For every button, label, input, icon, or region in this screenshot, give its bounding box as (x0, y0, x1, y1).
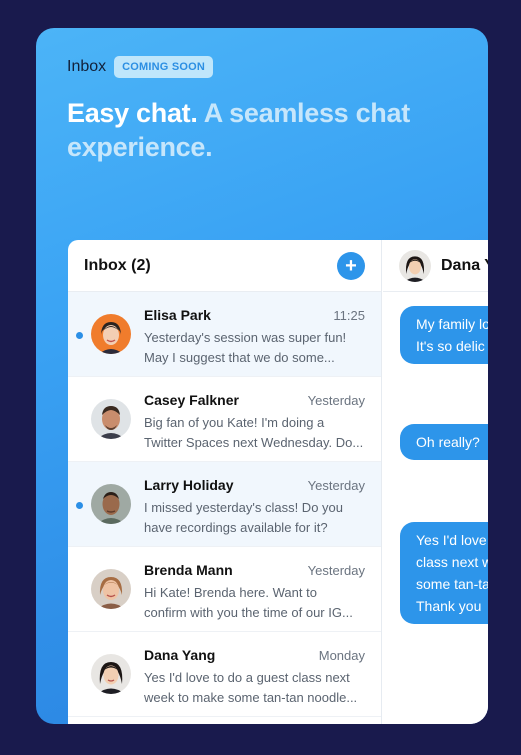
contact-name: Elisa Park (144, 307, 211, 323)
bubble-line: Thank you (416, 598, 482, 614)
contact-name: Dana Yang (144, 647, 216, 663)
preview-line: Yesterday's session was super fun! (144, 330, 347, 345)
contact-name: Larry Holiday (144, 477, 234, 493)
chat-preview-panel: Inbox (2) + Elisa Park 11:25 Yesterday's… (68, 240, 488, 724)
avatar (91, 314, 131, 354)
preview-line: week to make some tan-tan noodle... (144, 690, 358, 705)
conversation-row[interactable]: Larry Holiday Yesterday I missed yesterd… (68, 462, 381, 547)
bubble-line: Yes I'd love (416, 532, 487, 548)
bubble-line: Oh really? (416, 434, 480, 450)
contact-name: Casey Falkner (144, 392, 239, 408)
avatar (91, 569, 131, 609)
message-time: Monday (318, 648, 365, 663)
message-bubble: Oh really? (400, 424, 488, 460)
avatar (399, 249, 431, 282)
preview-line: have recordings available for it? (144, 520, 328, 535)
contact-name: Brenda Mann (144, 562, 233, 578)
conversation-row[interactable]: Brenda Mann Yesterday Hi Kate! Brenda he… (68, 547, 381, 632)
message-preview: Hi Kate! Brenda here. Want to confirm wi… (144, 583, 370, 623)
preview-line: Big fan of you Kate! I'm doing a (144, 415, 325, 430)
unread-dot (76, 332, 83, 339)
preview-line: Hi Kate! Brenda here. Want to (144, 585, 317, 600)
message-preview: Yes I'd love to do a guest class next we… (144, 668, 370, 708)
preview-line: I missed yesterday's class! Do you (144, 500, 343, 515)
inbox-list: Inbox (2) + Elisa Park 11:25 Yesterday's… (68, 240, 382, 724)
avatar (91, 654, 131, 694)
conversation-row[interactable]: Elisa Park 11:25 Yesterday's session was… (68, 292, 381, 377)
headline: Easy chat. A seamless chat experience. (67, 96, 467, 164)
chat-contact-name: Dana Yang (441, 256, 488, 274)
inbox-title: Inbox (2) (84, 256, 151, 274)
headline-primary: Easy chat. (67, 98, 198, 128)
preview-line: confirm with you the time of our IG... (144, 605, 353, 620)
message-bubble: My family lo It's so delic (400, 306, 488, 364)
message-time: Yesterday (307, 393, 365, 408)
message-time: Yesterday (307, 478, 365, 493)
coming-soon-badge: COMING SOON (114, 56, 214, 78)
inbox-header: Inbox (2) + (68, 240, 381, 292)
message-bubble: Yes I'd love class next w some tan-ta Th… (400, 522, 488, 624)
avatar (91, 399, 131, 439)
card-title: Inbox (67, 58, 107, 75)
preview-line: Twitter Spaces next Wednesday. Do... (144, 435, 364, 450)
conversation-row[interactable]: Casey Falkner Yesterday Big fan of you K… (68, 377, 381, 462)
unread-dot (76, 502, 83, 509)
message-preview: Yesterday's session was super fun! May I… (144, 328, 370, 368)
plus-icon[interactable]: + (337, 251, 365, 280)
bubble-line: My family lo (416, 316, 488, 332)
message-time: 11:25 (333, 308, 365, 323)
chat-pane: Dana Yang My family lo It's so delic Oh … (383, 240, 488, 724)
bubble-line: class next w (416, 554, 488, 570)
preview-line: Yes I'd love to do a guest class next (144, 670, 350, 685)
card-header: Inbox COMING SOON (67, 56, 214, 78)
message-preview: Big fan of you Kate! I'm doing a Twitter… (144, 413, 370, 453)
chat-header: Dana Yang (383, 240, 488, 292)
message-preview: I missed yesterday's class! Do you have … (144, 498, 370, 538)
bubble-line: some tan-ta (416, 576, 488, 592)
conversation-row[interactable]: Dana Yang Monday Yes I'd love to do a gu… (68, 632, 381, 717)
avatar (91, 484, 131, 524)
preview-line: May I suggest that we do some... (144, 350, 335, 365)
promo-card: Inbox COMING SOON Easy chat. A seamless … (36, 28, 488, 724)
message-time: Yesterday (307, 563, 365, 578)
bubble-line: It's so delic (416, 338, 485, 354)
